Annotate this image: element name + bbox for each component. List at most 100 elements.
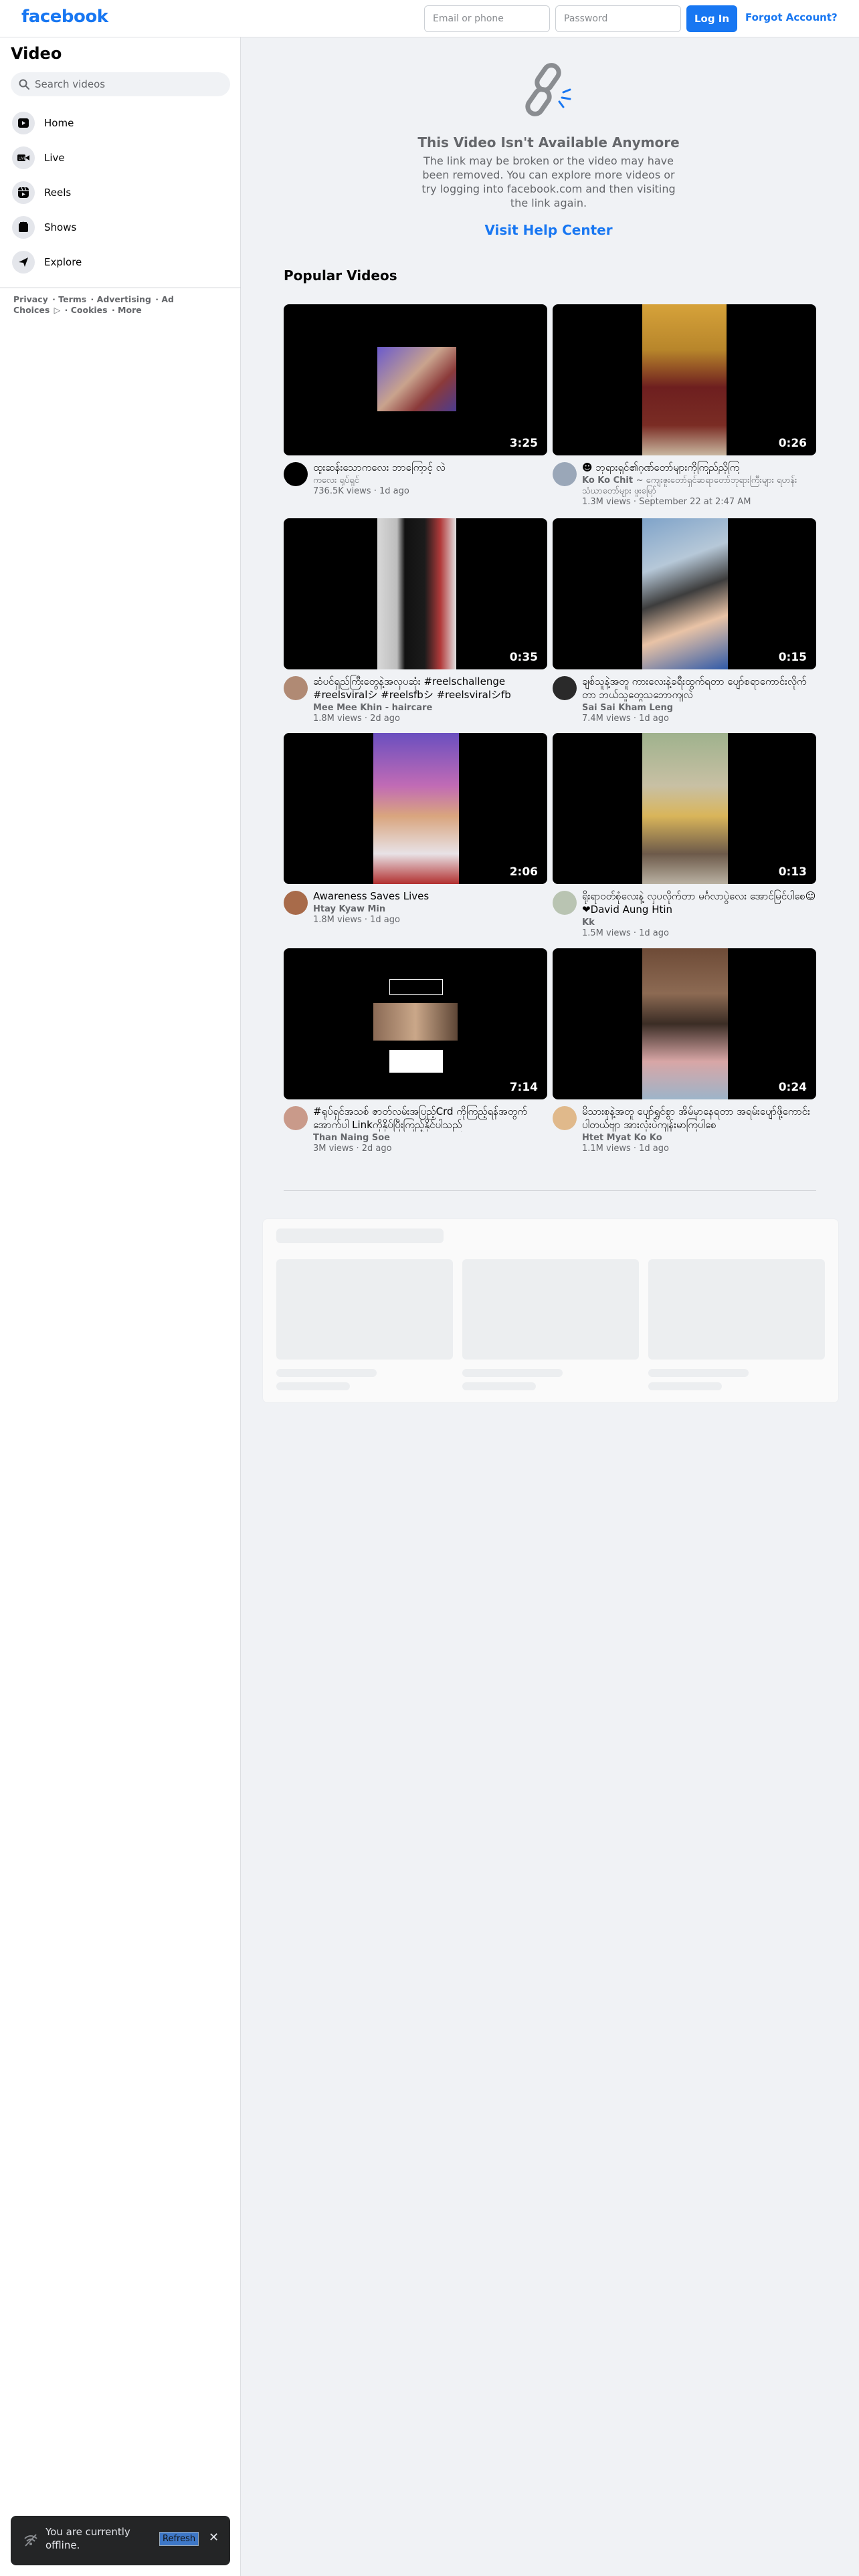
video-title[interactable]: ရိုးရာဝတ်စုံလေးနဲ့ လှပလိုက်တာ မင်္ဂလာပွဲ… — [582, 889, 816, 916]
video-stats: 1.3M views · September 22 at 2:47 AM — [582, 497, 751, 507]
video-thumbnail[interactable]: 3:25 — [284, 304, 547, 455]
video-author[interactable]: Sai Sai Kham Leng — [582, 703, 816, 714]
skeleton-thumbnail — [276, 1259, 453, 1360]
avatar[interactable] — [284, 462, 308, 486]
skeleton-thumbnail — [648, 1259, 825, 1360]
thumbnail-caption-box — [389, 979, 443, 995]
avatar[interactable] — [553, 891, 577, 915]
video-stats: 1.8M views · 1d ago — [313, 915, 400, 925]
video-author[interactable]: Ko Ko Chit — [582, 475, 633, 486]
video-thumbnail[interactable]: 0:13 — [553, 733, 816, 884]
video-stats: 3M views · 2d ago — [313, 1144, 392, 1154]
search-videos-box[interactable] — [11, 72, 230, 96]
avatar[interactable] — [284, 1106, 308, 1130]
video-duration: 7:14 — [509, 1081, 538, 1094]
video-title[interactable]: ချစ်သူနဲ့အတူ ကားလေးနဲ့ခရီးထွက်ရတာ ပျော်စ… — [582, 675, 816, 702]
skeleton-thumbnail — [462, 1259, 639, 1360]
video-stats: 1.8M views · 2d ago — [313, 714, 400, 724]
video-title[interactable]: ☻ ဘုရားရှင်၏ဂုဏ်တော်များကိုကြည်ညိုကြ — [582, 461, 816, 474]
terms-link[interactable]: Terms — [58, 294, 86, 304]
footer-links: Privacy · Terms · Advertising · Ad Choic… — [13, 294, 174, 315]
facebook-logo[interactable]: facebook — [21, 7, 108, 27]
wifi-off-icon — [24, 2534, 37, 2547]
thumbnail-image — [642, 304, 727, 455]
sidebar-item-reels[interactable]: Reels — [5, 175, 235, 210]
section-divider — [284, 1190, 816, 1191]
unavailable-message: The link may be broken or the video may … — [421, 154, 676, 209]
video-thumbnail[interactable]: 0:15 — [553, 518, 816, 669]
privacy-link[interactable]: Privacy — [13, 294, 48, 304]
thumbnail-image — [377, 347, 456, 411]
thumbnail-image — [373, 1003, 458, 1041]
skeleton-text-bar — [648, 1382, 722, 1390]
sidebar-item-label: Reels — [44, 187, 72, 199]
reels-icon — [12, 181, 35, 204]
search-videos-input[interactable] — [35, 78, 222, 90]
explore-icon — [12, 251, 35, 274]
close-icon[interactable]: ✕ — [209, 2531, 219, 2545]
search-icon — [19, 79, 29, 90]
sidebar-title: Video — [11, 44, 62, 63]
cookies-link[interactable]: Cookies — [71, 305, 108, 315]
forgot-account-link[interactable]: Forgot Account? — [745, 11, 838, 23]
thumbnail-image — [373, 733, 459, 884]
video-author[interactable]: Kk — [582, 918, 816, 928]
more-link[interactable]: More — [118, 305, 142, 315]
live-camera-icon: LIVE — [12, 146, 35, 169]
video-thumbnail[interactable]: 0:24 — [553, 948, 816, 1099]
video-title[interactable]: မိသားစုနဲ့အတူ ပျော်ရွှင်စွာ အိမ်မှာနေရတာ… — [582, 1105, 816, 1132]
svg-text:LIVE: LIVE — [19, 157, 26, 161]
skeleton-text-bar — [648, 1369, 749, 1377]
video-author[interactable]: Htet Myat Ko Ko — [582, 1133, 816, 1144]
skeleton-text-bar — [276, 1382, 350, 1390]
top-navigation-bar: facebook Log In Forgot Account? — [0, 0, 859, 37]
avatar[interactable] — [553, 1106, 577, 1130]
video-thumbnail[interactable]: 0:26 — [553, 304, 816, 455]
sidebar-item-label: Explore — [44, 256, 82, 268]
video-duration: 0:26 — [778, 437, 807, 450]
video-title[interactable]: ထူးဆန်းသောကလေး ဘာကြောင့် လဲ — [313, 461, 547, 474]
video-thumbnail[interactable]: 0:35 — [284, 518, 547, 669]
video-author[interactable]: Than Naing Soe — [313, 1133, 547, 1144]
broken-link-icon — [525, 63, 571, 116]
video-author-line: Ko Ko Chit ~ ကျေးဇူးတော်ရှင်ဆရာတော်ဘုရား… — [582, 475, 816, 497]
video-author[interactable]: ကလေး ရုပ်ရှင် — [313, 475, 547, 486]
video-title[interactable]: ဆံပင်ရှည်ကြီးတွေနဲ့အလှပဆုံး #reelschalle… — [313, 675, 547, 702]
unavailable-title: This Video Isn't Available Anymore — [417, 134, 680, 150]
video-duration: 0:35 — [509, 651, 538, 664]
refresh-button[interactable]: Refresh — [159, 2532, 199, 2546]
shows-icon — [12, 216, 35, 239]
offline-message: You are currently offline. — [45, 2526, 130, 2551]
avatar[interactable] — [284, 891, 308, 915]
log-in-button[interactable]: Log In — [686, 5, 737, 32]
thumbnail-image — [377, 518, 456, 669]
loading-skeleton — [262, 1218, 839, 1403]
skeleton-text-bar — [276, 1369, 377, 1377]
video-author[interactable]: Mee Mee Khin - haircare — [313, 703, 547, 714]
sidebar-item-shows[interactable]: Shows — [5, 210, 235, 245]
video-author[interactable]: Htay Kyaw Min — [313, 904, 547, 915]
skeleton-text-bar — [462, 1382, 536, 1390]
avatar[interactable] — [553, 676, 577, 700]
email-or-phone-input[interactable] — [424, 5, 550, 32]
video-title[interactable]: Awareness Saves Lives — [313, 889, 547, 903]
video-thumbnail[interactable]: 2:06 — [284, 733, 547, 884]
avatar[interactable] — [284, 676, 308, 700]
sidebar-item-home[interactable]: Home — [5, 106, 235, 140]
visit-help-center-link[interactable]: Visit Help Center — [375, 222, 723, 238]
thumbnail-image — [642, 948, 728, 1099]
thumbnail-image — [642, 733, 728, 884]
sidebar-item-label: Home — [44, 117, 74, 129]
video-stats: 1.5M views · 1d ago — [582, 928, 669, 938]
sidebar-item-explore[interactable]: Explore — [5, 245, 235, 280]
video-title[interactable]: #ရုပ်ရှင်အသစ် ဇာတ်လမ်းအပြည့်Crd ကိုကြည့်… — [313, 1105, 547, 1132]
video-duration: 2:06 — [509, 865, 538, 879]
skeleton-text-bar — [462, 1369, 563, 1377]
video-thumbnail[interactable]: 7:14 — [284, 948, 547, 1099]
sidebar-item-live[interactable]: LIVE Live — [5, 140, 235, 175]
sidebar-nav: Home LIVE Live Reels Shows Explore — [5, 106, 235, 280]
video-duration: 0:24 — [778, 1081, 807, 1094]
password-input[interactable] — [555, 5, 681, 32]
avatar[interactable] — [553, 462, 577, 486]
advertising-link[interactable]: Advertising — [97, 294, 151, 304]
